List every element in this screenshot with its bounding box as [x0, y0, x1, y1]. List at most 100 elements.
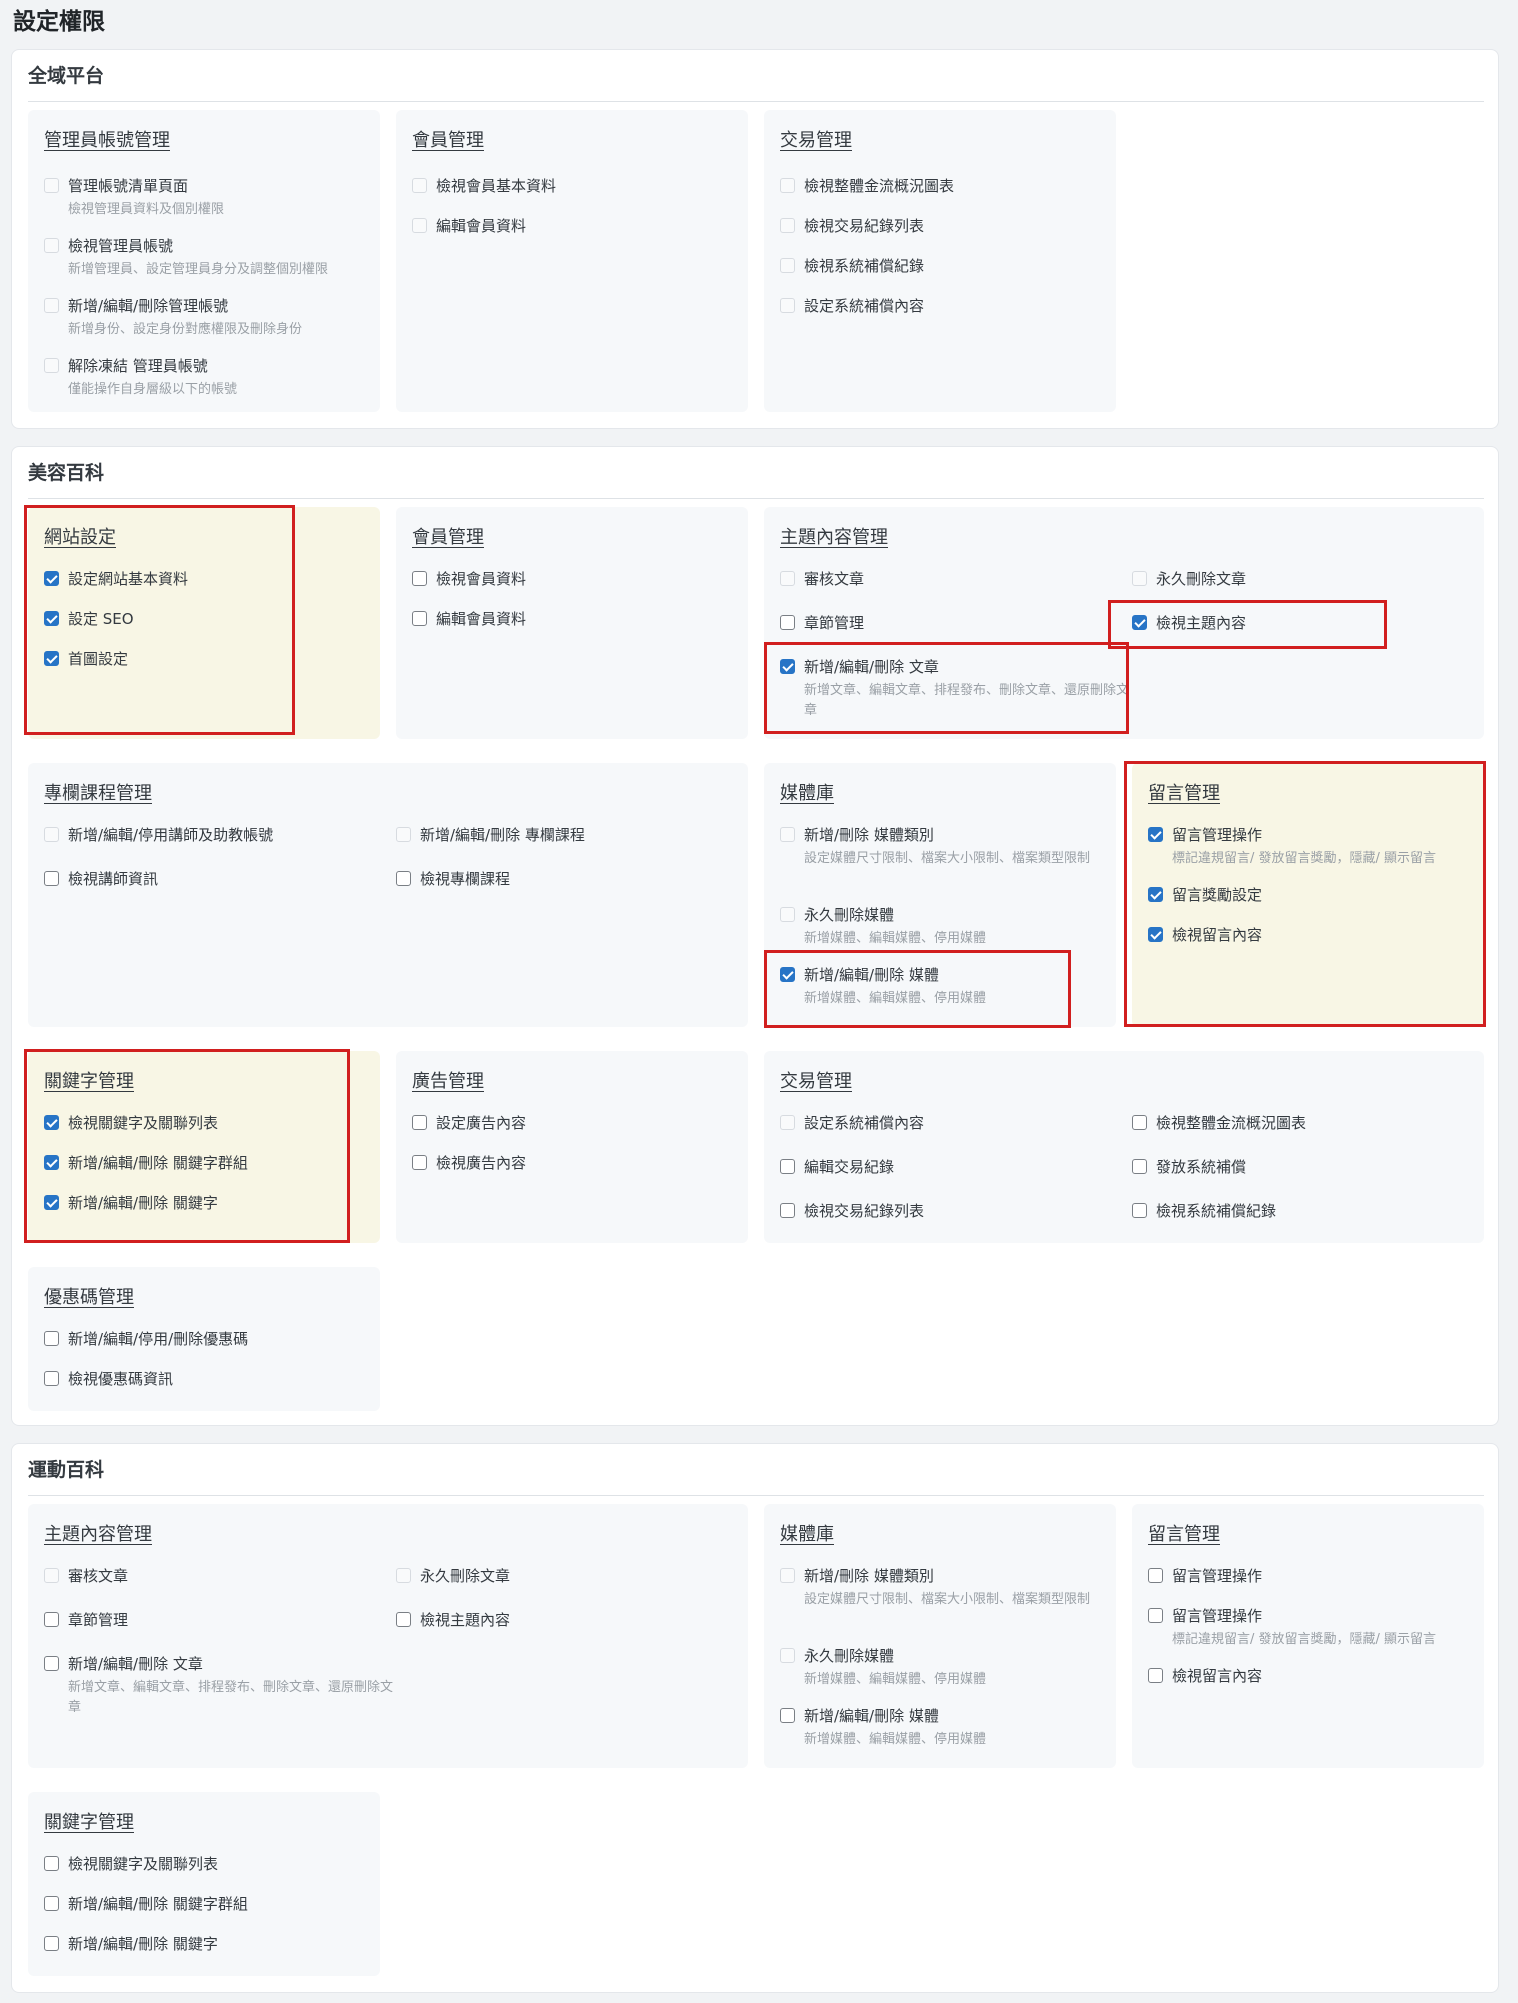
- permission-item[interactable]: 新增/編輯/停用/刪除優惠碼: [44, 1329, 248, 1349]
- checkbox[interactable]: [44, 871, 59, 886]
- permission-item[interactable]: 編輯交易紀錄: [780, 1157, 894, 1177]
- checkbox-checked[interactable]: [1148, 927, 1163, 942]
- permission-item[interactable]: 檢視優惠碼資訊: [44, 1369, 173, 1389]
- checkbox[interactable]: [44, 1896, 59, 1911]
- checkbox-checked[interactable]: [44, 651, 59, 666]
- permission-label: 檢視系統補償紀錄: [804, 257, 925, 275]
- checkbox: [412, 178, 427, 193]
- checkbox-checked[interactable]: [44, 571, 59, 586]
- checkbox[interactable]: [780, 615, 795, 630]
- permission-label: 新增/編輯/刪除 文章: [804, 658, 939, 676]
- group-title: 媒體庫: [780, 1524, 834, 1545]
- permission-item[interactable]: 留言獎勵設定: [1148, 885, 1262, 905]
- checkbox[interactable]: [396, 871, 411, 886]
- checkbox-checked[interactable]: [1148, 887, 1163, 902]
- checkbox[interactable]: [44, 1331, 59, 1346]
- permission-item[interactable]: 編輯會員資料: [412, 609, 526, 629]
- permission-label: 新增/編輯/刪除 關鍵字: [68, 1935, 218, 1953]
- permission-label: 檢視關鍵字及關聯列表: [68, 1114, 219, 1132]
- checkbox-checked[interactable]: [44, 1195, 59, 1210]
- permission-item[interactable]: 檢視主題內容: [396, 1610, 510, 1630]
- permission-item[interactable]: 章節管理: [44, 1610, 128, 1630]
- checkbox[interactable]: [1132, 1203, 1147, 1218]
- permission-description: 新增媒體、編輯媒體、停用媒體: [804, 1672, 987, 1687]
- checkbox[interactable]: [412, 611, 427, 626]
- permission-item[interactable]: 新增/編輯/刪除 媒體: [780, 965, 939, 985]
- checkbox[interactable]: [780, 1708, 795, 1723]
- permission-item[interactable]: 檢視交易紀錄列表: [780, 1201, 924, 1221]
- checkbox-checked[interactable]: [1132, 615, 1147, 630]
- permission-item[interactable]: 新增/編輯/刪除 關鍵字: [44, 1934, 218, 1954]
- checkbox-checked[interactable]: [44, 611, 59, 626]
- permission-label: 檢視會員資料: [436, 570, 527, 588]
- permission-item[interactable]: 發放系統補償: [1132, 1157, 1246, 1177]
- checkbox[interactable]: [412, 571, 427, 586]
- checkbox[interactable]: [780, 1159, 795, 1174]
- permission-item[interactable]: 首圖設定: [44, 649, 128, 669]
- permission-item[interactable]: 檢視廣告內容: [412, 1153, 526, 1173]
- group-title: 關鍵字管理: [44, 1812, 134, 1833]
- permission-item[interactable]: 檢視專欄課程: [396, 869, 510, 889]
- permission-item[interactable]: 新增/編輯/刪除 文章: [780, 657, 939, 677]
- checkbox[interactable]: [780, 1203, 795, 1218]
- permission-item[interactable]: 檢視留言內容: [1148, 925, 1262, 945]
- permission-item: 永久刪除媒體: [780, 905, 894, 925]
- permission-item[interactable]: 留言管理操作: [1148, 1606, 1262, 1626]
- permission-item[interactable]: 章節管理: [780, 613, 864, 633]
- permission-item[interactable]: 檢視主題內容: [1132, 613, 1246, 633]
- group-title: 專欄課程管理: [44, 783, 152, 804]
- permission-item[interactable]: 檢視講師資訊: [44, 869, 158, 889]
- checkbox[interactable]: [1148, 1668, 1163, 1683]
- permission-item[interactable]: 檢視關鍵字及關聯列表: [44, 1113, 218, 1133]
- permission-item[interactable]: 設定廣告內容: [412, 1113, 526, 1133]
- checkbox[interactable]: [1148, 1608, 1163, 1623]
- permission-item[interactable]: 新增/編輯/刪除 媒體: [780, 1706, 939, 1726]
- checkbox-checked[interactable]: [780, 967, 795, 982]
- permission-item[interactable]: 留言管理操作: [1148, 825, 1262, 845]
- checkbox[interactable]: [396, 1612, 411, 1627]
- checkbox-checked[interactable]: [44, 1115, 59, 1130]
- permission-label: 管理帳號清單頁面: [68, 177, 189, 195]
- permission-item[interactable]: 新增/編輯/刪除 關鍵字群組: [44, 1894, 248, 1914]
- checkbox[interactable]: [412, 1155, 427, 1170]
- permission-item[interactable]: 新增/編輯/刪除 關鍵字群組: [44, 1153, 248, 1173]
- checkbox-checked[interactable]: [780, 659, 795, 674]
- checkbox[interactable]: [44, 1612, 59, 1627]
- checkbox[interactable]: [1132, 1115, 1147, 1130]
- permission-group: 交易管理 設定系統補償內容 檢視整體金流概況圖表 編輯交易紀錄 發放系統補償 檢視交易紀錄…: [764, 1051, 1484, 1243]
- permission-item[interactable]: 檢視整體金流概況圖表: [1132, 1113, 1306, 1133]
- permission-item[interactable]: 檢視關鍵字及關聯列表: [44, 1854, 218, 1874]
- checkbox[interactable]: [44, 1371, 59, 1386]
- permission-item[interactable]: 設定網站基本資料: [44, 569, 188, 589]
- permission-item[interactable]: 檢視會員資料: [412, 569, 526, 589]
- permission-item[interactable]: 新增/編輯/刪除 文章: [44, 1654, 203, 1674]
- permission-item[interactable]: 新增/編輯/刪除 關鍵字: [44, 1193, 218, 1213]
- checkbox-checked[interactable]: [44, 1155, 59, 1170]
- permission-item[interactable]: 設定 SEO: [44, 609, 134, 629]
- checkbox: [780, 1568, 795, 1583]
- checkbox[interactable]: [44, 1656, 59, 1671]
- permission-label: 留言管理操作: [1172, 826, 1263, 844]
- permission-item: 永久刪除文章: [1132, 569, 1246, 589]
- checkbox[interactable]: [44, 1936, 59, 1951]
- permission-label: 新增/編輯/刪除 文章: [68, 1655, 203, 1673]
- checkbox: [44, 298, 59, 313]
- checkbox-checked[interactable]: [1148, 827, 1163, 842]
- checkbox[interactable]: [412, 1115, 427, 1130]
- permission-item: 檢視管理員帳號: [44, 236, 173, 256]
- checkbox: [44, 358, 59, 373]
- checkbox[interactable]: [1148, 1568, 1163, 1583]
- permission-label: 設定系統補償內容: [804, 1114, 925, 1132]
- checkbox[interactable]: [44, 1856, 59, 1871]
- checkbox[interactable]: [1132, 1159, 1147, 1174]
- checkbox: [780, 827, 795, 842]
- permission-item[interactable]: 檢視留言內容: [1148, 1666, 1262, 1686]
- permission-item[interactable]: 檢視系統補償紀錄: [1132, 1201, 1276, 1221]
- section-divider: [28, 498, 1484, 499]
- permission-item[interactable]: 留言管理操作: [1148, 1566, 1262, 1586]
- checkbox: [780, 1648, 795, 1663]
- permission-label: 檢視關鍵字及關聯列表: [68, 1855, 219, 1873]
- permission-item: 編輯會員資料: [412, 216, 526, 236]
- permission-label: 編輯會員資料: [436, 610, 527, 628]
- permission-label: 審核文章: [68, 1567, 129, 1585]
